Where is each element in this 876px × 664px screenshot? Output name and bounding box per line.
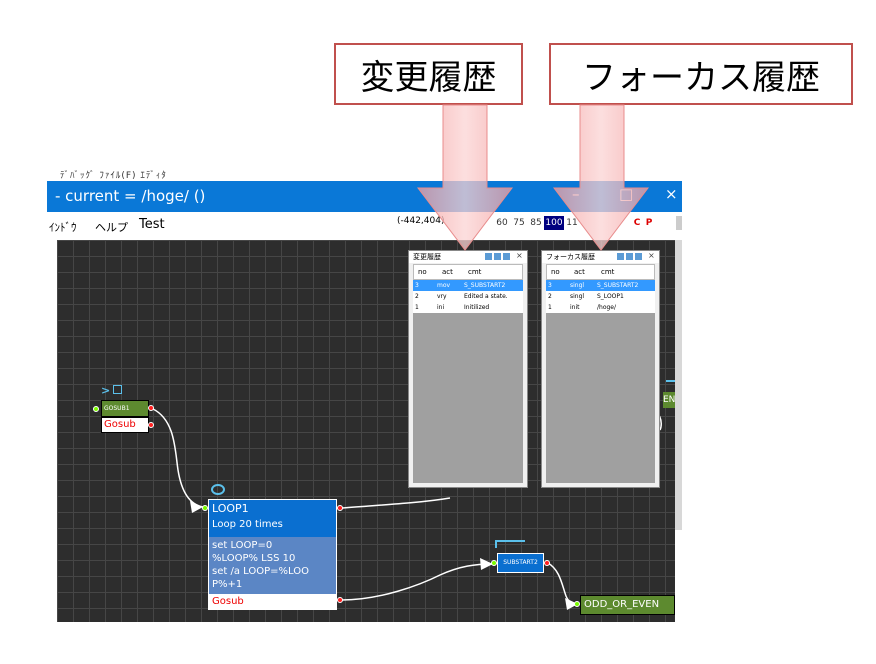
gosub1-output-pin[interactable] — [148, 405, 154, 411]
connector-loop1-history — [341, 497, 451, 509]
change-panel-pin-icon[interactable] — [503, 253, 510, 260]
focus-panel-column-headers: no act cmt — [546, 264, 655, 280]
loop1-gosub-label: Gosub — [209, 594, 336, 609]
row-cmt: S_LOOP1 — [597, 293, 624, 300]
history-row[interactable]: 1 init /hoge/ — [546, 302, 655, 313]
focus-panel-pin-icon[interactable] — [635, 253, 642, 260]
focus-panel-redo-icon[interactable] — [626, 253, 633, 260]
change-history-panel[interactable]: 変更履歴 × no act cmt 3 mov S_SUBSTART2 2 vr… — [408, 250, 528, 488]
loop1-gosub-pin[interactable] — [337, 597, 343, 603]
focus-panel-close-icon[interactable]: × — [648, 251, 655, 260]
change-panel-column-headers: no act cmt — [413, 264, 523, 280]
row-cmt: S_SUBSTART2 — [464, 282, 506, 289]
change-panel-empty-area — [413, 313, 523, 483]
gosub1-gosub-label: Gosub — [101, 417, 149, 433]
change-panel-rows: 3 mov S_SUBSTART2 2 vry Edited a state. … — [413, 280, 523, 313]
column-header-cmt[interactable]: cmt — [468, 268, 481, 276]
row-act: singl — [570, 282, 585, 289]
change-panel-close-icon[interactable]: × — [516, 251, 523, 260]
gosub1-gosub-pin[interactable] — [148, 422, 154, 428]
row-cmt: Initilized — [464, 304, 490, 311]
substart2-node[interactable]: SUBSTART2 — [497, 553, 544, 573]
loop1-code-line: set /a LOOP=%LOO — [212, 566, 309, 577]
column-header-cmt[interactable]: cmt — [601, 268, 614, 276]
loop1-code-line: %LOOP% LSS 10 — [212, 553, 296, 564]
gosub1-node[interactable]: GOSUB1 Gosub — [101, 400, 149, 433]
odd-or-even-input-pin[interactable] — [574, 601, 580, 607]
focus-panel-title: フォーカス履歴 — [546, 253, 595, 261]
substart2-input-pin[interactable] — [491, 560, 497, 566]
gosub1-badge-box-icon — [113, 385, 122, 394]
column-header-no[interactable]: no — [418, 268, 427, 276]
gosub1-title: GOSUB1 — [101, 400, 149, 417]
row-no: 3 — [415, 282, 419, 289]
focus-panel-rows: 3 singl S_SUBSTART2 2 singl S_LOOP1 1 in… — [546, 280, 655, 313]
odd-or-even-node[interactable]: ODD_OR_EVEN — [580, 595, 675, 615]
focus-panel-undo-icon[interactable] — [617, 253, 624, 260]
row-cmt: Edited a state. — [464, 293, 508, 300]
gosub1-badge-icon: > — [101, 384, 111, 397]
column-header-no[interactable]: no — [551, 268, 560, 276]
history-row[interactable]: 3 singl S_SUBSTART2 — [546, 280, 655, 291]
row-no: 2 — [548, 293, 552, 300]
row-no: 1 — [415, 304, 419, 311]
connector-gosub1-loop1 — [152, 408, 204, 508]
loop1-subtitle: Loop 20 times — [212, 519, 283, 530]
substart2-output-pin[interactable] — [544, 560, 550, 566]
loop1-node[interactable]: LOOP1 Loop 20 times set LOOP=0 %LOOP% LS… — [208, 499, 337, 610]
column-header-act[interactable]: act — [442, 268, 453, 276]
connector-loop1-substart2 — [341, 563, 494, 601]
row-act: init — [570, 304, 580, 311]
change-panel-title: 変更履歴 — [413, 253, 441, 261]
edge-node-icon — [666, 380, 675, 385]
row-cmt: /hoge/ — [597, 304, 617, 311]
row-act: vry — [437, 293, 447, 300]
row-act: ini — [437, 304, 445, 311]
focus-history-panel[interactable]: フォーカス履歴 × no act cmt 3 singl S_SUBSTART2… — [541, 250, 660, 488]
history-row[interactable]: 1 ini Initilized — [413, 302, 523, 313]
loop1-output-pin[interactable] — [337, 505, 343, 511]
substart2-icon — [495, 540, 525, 548]
column-header-act[interactable]: act — [574, 268, 585, 276]
row-no: 3 — [548, 282, 552, 289]
edge-node[interactable]: EN — [663, 392, 675, 408]
row-cmt: S_SUBSTART2 — [597, 282, 639, 289]
row-no: 1 — [548, 304, 552, 311]
loop1-code-line: set LOOP=0 — [212, 540, 273, 551]
gosub1-input-pin[interactable] — [93, 406, 99, 412]
row-act: mov — [437, 282, 451, 289]
history-row[interactable]: 2 vry Edited a state. — [413, 291, 523, 302]
row-act: singl — [570, 293, 585, 300]
loop1-title: LOOP1 — [212, 502, 249, 515]
row-no: 2 — [415, 293, 419, 300]
loop1-input-pin[interactable] — [202, 505, 208, 511]
history-row[interactable]: 3 mov S_SUBSTART2 — [413, 280, 523, 291]
loop1-icon — [211, 484, 225, 495]
history-row[interactable]: 2 singl S_LOOP1 — [546, 291, 655, 302]
change-panel-undo-icon[interactable] — [485, 253, 492, 260]
focus-panel-empty-area — [546, 313, 655, 483]
connector-substart2-odd — [547, 562, 578, 605]
change-panel-redo-icon[interactable] — [494, 253, 501, 260]
loop1-code-line: P%+1 — [212, 579, 243, 590]
